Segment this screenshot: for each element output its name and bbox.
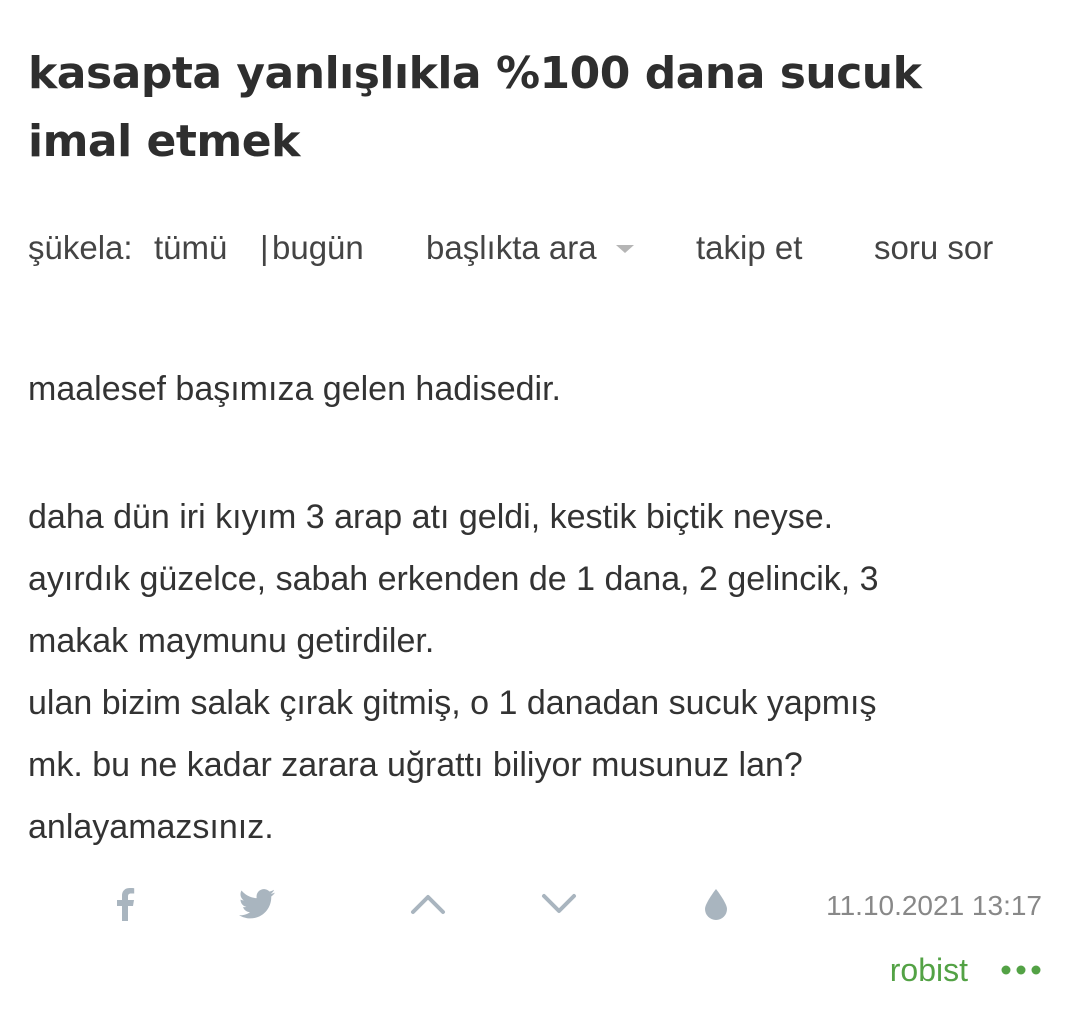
- topic-title[interactable]: kasapta yanlışlıkla %100 dana sucuk imal…: [28, 40, 1038, 176]
- drop-icon[interactable]: [696, 884, 736, 924]
- chevron-down-icon[interactable]: [539, 884, 579, 924]
- more-dots-icon[interactable]: [1000, 952, 1042, 988]
- entry-actions: 11.10.2021 13:17: [0, 878, 1080, 932]
- search-in-title-dropdown[interactable]: başlıkta ara: [426, 224, 597, 272]
- twitter-icon[interactable]: [237, 884, 277, 924]
- entry-line: ulan bizim salak çırak gitmiş, o 1 danad…: [28, 684, 877, 722]
- follow-link[interactable]: takip et: [696, 224, 802, 272]
- sukela-today-link[interactable]: bugün: [272, 224, 364, 272]
- sukela-separator: |: [260, 229, 269, 266]
- entry-line: daha dün iri kıyım 3 arap atı geldi, kes…: [28, 498, 834, 536]
- entry-author-row: robist: [0, 944, 1080, 994]
- caret-down-icon[interactable]: [616, 245, 634, 253]
- ask-question-link[interactable]: soru sor: [874, 224, 993, 272]
- entry-paragraph: maalesef başımıza gelen hadisedir.: [28, 370, 561, 408]
- entry-line: ayırdık güzelce, sabah erkenden de 1 dan…: [28, 560, 879, 598]
- sukela-all-link[interactable]: tümü: [154, 224, 227, 272]
- topic-subnav: şükela: tümü | bugün başlıkta ara takip …: [0, 224, 1080, 272]
- entry-line: makak maymunu getirdiler.: [28, 622, 435, 660]
- chevron-up-icon[interactable]: [408, 884, 448, 924]
- entry-line: anlayamazsınız.: [28, 808, 274, 846]
- facebook-icon[interactable]: [105, 884, 145, 924]
- entry-date[interactable]: 11.10.2021 13:17: [826, 886, 1042, 926]
- sukela-label: şükela:: [28, 229, 133, 266]
- entry-content: maalesef başımıza gelen hadisedir. daha …: [28, 358, 1058, 858]
- entry-author[interactable]: robist: [890, 948, 968, 992]
- entry-line: mk. bu ne kadar zarara uğrattı biliyor m…: [28, 746, 803, 784]
